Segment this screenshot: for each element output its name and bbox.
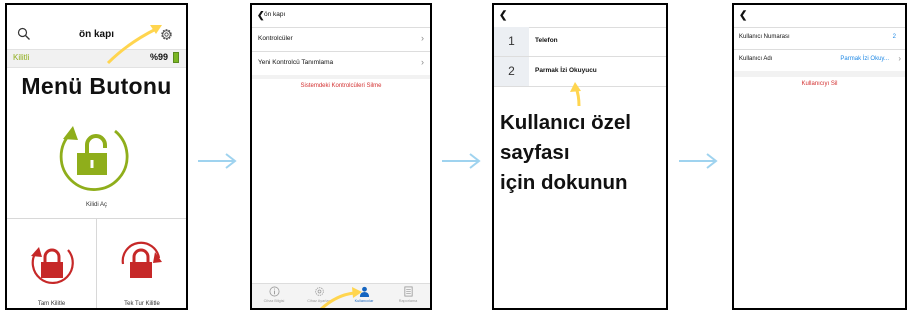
phone-screen-users: ❮ 1 Telefon 2 Parmak İzi Okuyucu Kullanı… — [492, 3, 668, 310]
back-icon[interactable]: ❮ — [739, 10, 747, 21]
back-icon[interactable]: ❮ — [499, 10, 507, 21]
user-name: Telefon — [535, 37, 558, 44]
single-turn-lock-icon[interactable] — [115, 238, 167, 290]
new-controller-row[interactable]: Yeni Kontrolcü Tanımlama › — [252, 51, 430, 76]
phone-screen-user-detail: ❮ Kullanıcı Numarası 2 Kullanıcı Adı Par… — [732, 3, 907, 310]
tab-reports[interactable]: Raporlama — [386, 286, 430, 303]
flow-arrow-icon — [198, 153, 237, 169]
battery-icon — [173, 52, 179, 63]
phone-screen-settings: ❮ ön kapı Kontrolcüler › Yeni Kontrolcü … — [250, 3, 432, 310]
user-name-row[interactable]: Kullanıcı Adı Parmak İzi Okuy... › — [734, 49, 905, 72]
phone-screen-lock-main: ön kapı Kilitli %99 Menü Butonu Kilidi A… — [5, 3, 188, 310]
tab-label: Cihaz Bilgisi — [263, 299, 285, 303]
tab-label: Raporlama — [398, 299, 418, 303]
full-lock-label: Tam Kilitle — [37, 301, 66, 307]
instruction-line: Kullanıcı özel — [500, 111, 631, 134]
user-name-value: Parmak İzi Okuy... — [840, 56, 889, 62]
user-name-label: Kullanıcı Adı — [739, 56, 773, 62]
nav-header: ❮ — [494, 5, 666, 28]
chevron-right-icon: › — [421, 33, 424, 43]
instruction-line: sayfası — [500, 141, 570, 164]
pointer-arrow-icon — [570, 82, 581, 107]
unlock-icon[interactable] — [51, 113, 135, 197]
delete-user-button[interactable]: Kullanıcıyı Sil — [734, 81, 905, 87]
section-separator — [252, 75, 430, 79]
user-number-row: Kullanıcı Numarası 2 — [734, 27, 905, 50]
pointer-arrow-icon — [320, 287, 362, 308]
user-row[interactable]: 1 Telefon — [494, 27, 666, 57]
instruction-line: için dokunun — [500, 171, 628, 194]
flow-arrow-icon — [442, 153, 481, 169]
flow-arrow-icon — [679, 153, 718, 169]
chevron-right-icon: › — [421, 57, 424, 67]
user-name: Parmak İzi Okuyucu — [535, 67, 597, 74]
user-number-label: Kullanıcı Numarası — [739, 34, 790, 40]
menu-button-annotation: Menü Butonu — [21, 73, 172, 99]
controllers-row[interactable]: Kontrolcüler › — [252, 27, 430, 52]
row-label: Kontrolcüler — [258, 35, 293, 42]
nav-header: ❮ ön kapı — [252, 5, 430, 28]
nav-header: ❮ — [734, 5, 905, 28]
delete-controllers-button[interactable]: Sistemdeki Kontrolcüleri Silme — [252, 83, 430, 89]
back-title[interactable]: ön kapı — [264, 11, 285, 18]
section-separator — [734, 71, 905, 77]
single-turn-lock-label: Tek Tur Kilitle — [124, 301, 160, 307]
full-lock-icon[interactable] — [26, 238, 78, 290]
tab-device-info[interactable]: Cihaz Bilgisi — [252, 286, 296, 303]
row-label: Yeni Kontrolcü Tanımlama — [258, 59, 334, 66]
pointer-arrow-icon — [106, 25, 162, 65]
unlock-label: Kilidi Aç — [85, 202, 107, 208]
chevron-right-icon: › — [898, 54, 901, 63]
divider — [96, 219, 97, 308]
report-icon — [403, 286, 413, 297]
user-number: 1 — [494, 27, 529, 56]
info-icon — [269, 286, 279, 297]
tap-instruction: Kullanıcı özel sayfası için dokunun — [500, 108, 665, 198]
user-number: 2 — [494, 57, 529, 86]
lock-state: Kilitli — [13, 53, 30, 62]
lock-buttons-panel: Tam Kilitle Tek Tur Kilitle — [7, 218, 186, 308]
user-number-value: 2 — [892, 34, 896, 40]
